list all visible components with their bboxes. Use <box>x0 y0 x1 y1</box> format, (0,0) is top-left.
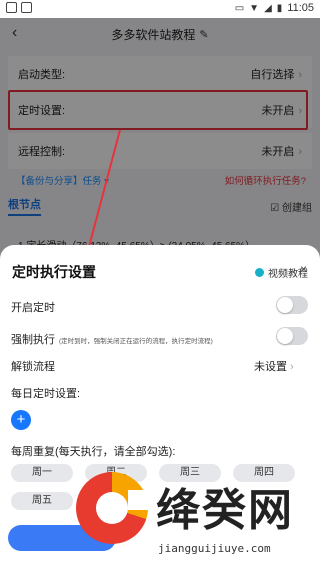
force-run-label: 强制执行 <box>11 334 55 346</box>
watermark-domain: jiangguijiuye.com <box>158 542 271 555</box>
weekly-repeat-label: 每周重复(每天执行，请全部勾选): <box>11 446 176 458</box>
chevron-right-icon: › <box>290 361 294 373</box>
watermark-brand: 绛癸网 <box>156 485 294 536</box>
unlock-flow-select[interactable]: 未设置 › <box>254 358 294 374</box>
sheet-title: 定时执行设置 <box>12 264 96 280</box>
day-friday[interactable]: 周五 <box>11 492 73 510</box>
brand-logo-icon <box>76 472 150 544</box>
force-run-toggle[interactable] <box>276 327 308 345</box>
unlock-flow-value: 未设置 <box>254 361 287 373</box>
force-run-row: 强制执行 (定时到时，强制关闭正在运行的流程，执行定时流程) <box>11 331 213 347</box>
add-daily-time-button[interactable]: + <box>11 410 31 430</box>
enable-timer-toggle[interactable] <box>276 296 308 314</box>
force-run-description: (定时到时，强制关闭正在运行的流程，执行定时流程) <box>59 338 213 345</box>
daily-timer-label: 每日定时设置: <box>11 388 81 400</box>
watermark: 绛癸网 jiangguijiuye.com <box>68 460 320 567</box>
close-icon[interactable]: × <box>300 262 307 276</box>
day-monday[interactable]: 周一 <box>11 464 73 482</box>
video-icon <box>255 268 264 277</box>
enable-timer-label: 开启定时 <box>11 302 55 314</box>
unlock-flow-label: 解锁流程 <box>11 361 55 373</box>
